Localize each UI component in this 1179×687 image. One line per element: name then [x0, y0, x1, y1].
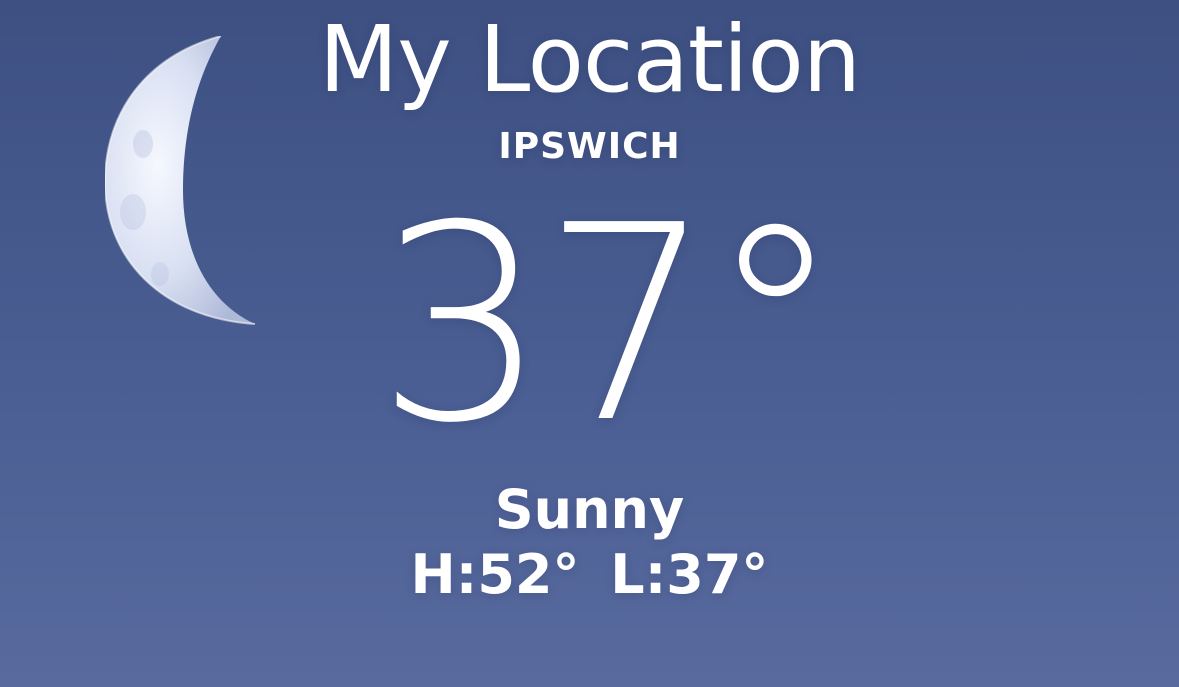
- weather-screen: My Location IPSWICH 37° Sunny H:52° L:37…: [0, 0, 1179, 687]
- weather-condition: Sunny: [494, 478, 685, 541]
- location-title: My Location: [318, 6, 861, 113]
- high-low-temperatures: H:52° L:37°: [410, 543, 769, 606]
- city-name: IPSWICH: [498, 126, 681, 167]
- current-temperature: 37°: [376, 167, 843, 482]
